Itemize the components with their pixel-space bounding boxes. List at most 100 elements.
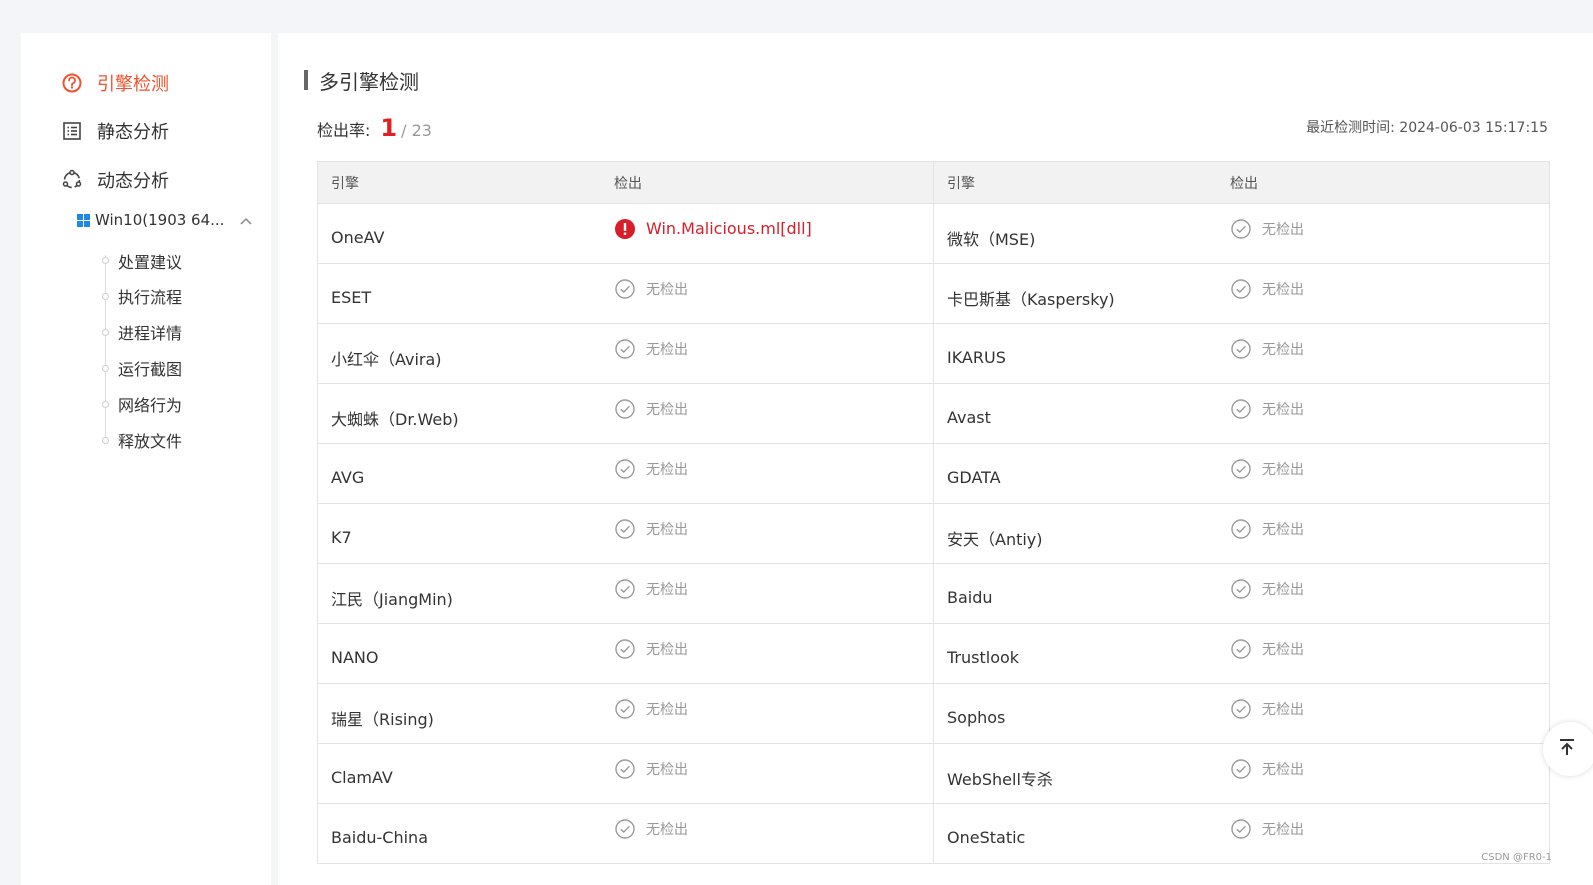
- table-row: ClamAV 无检出 WebShell专杀 无检出: [318, 744, 1549, 804]
- result-text: Win.Malicious.ml[dll]: [646, 219, 812, 238]
- engine-name: 江民（JiangMin): [331, 589, 453, 609]
- header-engine: 引擎: [331, 175, 359, 192]
- table-row: AVG 无检出 GDATA 无检出: [318, 444, 1549, 504]
- engine-name: 安天（Antiy): [947, 529, 1043, 549]
- result-cell: 无检出: [1216, 324, 1549, 383]
- back-to-top-button[interactable]: [1543, 722, 1593, 776]
- clean-result: 无检出: [614, 758, 688, 780]
- sub-item-network[interactable]: 网络行为: [118, 392, 182, 416]
- result-text: 无检出: [1262, 641, 1304, 658]
- sub-item-execution-flow[interactable]: 执行流程: [118, 284, 182, 308]
- engine-name: 微软（MSE): [947, 229, 1036, 249]
- clean-result: 无检出: [1230, 338, 1304, 360]
- engine-cell: 安天（Antiy): [934, 504, 1216, 563]
- table-row: K7 无检出 安天（Antiy) 无检出: [318, 504, 1549, 564]
- clean-result: 无检出: [1230, 398, 1304, 420]
- engine-name: 卡巴斯基（Kaspersky): [947, 289, 1115, 309]
- engine-name: K7: [331, 528, 352, 547]
- result-cell: 无检出: [1216, 684, 1549, 743]
- sub-item-released-files[interactable]: 释放文件: [118, 428, 182, 452]
- result-text: 无检出: [1262, 761, 1304, 778]
- engine-cell: GDATA: [934, 444, 1216, 503]
- clean-result: 无检出: [614, 458, 688, 480]
- chevron-up-icon: [240, 211, 252, 229]
- nav-label: 动态分析: [97, 171, 169, 192]
- check-circle-icon: [614, 278, 636, 300]
- list-icon: [61, 120, 83, 142]
- clean-result: 无检出: [614, 278, 688, 300]
- clean-result: 无检出: [614, 638, 688, 660]
- check-circle-icon: [614, 338, 636, 360]
- result-text: 无检出: [646, 521, 688, 538]
- result-text: 无检出: [646, 821, 688, 838]
- check-circle-icon: [1230, 518, 1252, 540]
- engine-cell: 卡巴斯基（Kaspersky): [934, 264, 1216, 323]
- os-label: Win10(1903 64...: [95, 211, 225, 229]
- engine-cell: AVG: [318, 444, 600, 503]
- table-row: Baidu-China 无检出 OneStatic 无检出: [318, 804, 1549, 864]
- nav-engine-detection[interactable]: 引擎检测: [61, 68, 169, 98]
- check-circle-icon: [1230, 818, 1252, 840]
- clean-result: 无检出: [614, 818, 688, 840]
- result-cell: 无检出: [600, 444, 934, 503]
- alert-icon: [614, 218, 636, 240]
- clean-result: 无检出: [1230, 818, 1304, 840]
- engine-name: AVG: [331, 468, 365, 487]
- check-circle-icon: [614, 758, 636, 780]
- result-cell: 无检出: [600, 384, 934, 443]
- clean-result: 无检出: [1230, 458, 1304, 480]
- windows-icon: [77, 213, 90, 227]
- table-row: 大蜘蛛（Dr.Web) 无检出 Avast 无检出: [318, 384, 1549, 444]
- check-circle-icon: [1230, 698, 1252, 720]
- nav-static-analysis[interactable]: 静态分析: [61, 116, 169, 146]
- result-text: 无检出: [1262, 281, 1304, 298]
- check-circle-icon: [614, 518, 636, 540]
- engine-name: IKARUS: [947, 348, 1006, 367]
- result-cell: 无检出: [1216, 744, 1549, 803]
- result-cell: 无检出: [1216, 564, 1549, 623]
- table-header: 引擎 检出 引擎 检出: [318, 162, 1549, 204]
- engine-cell: Sophos: [934, 684, 1216, 743]
- sub-item-screenshots[interactable]: 运行截图: [118, 356, 182, 380]
- last-detect-value: 2024-06-03 15:17:15: [1399, 120, 1548, 136]
- engine-cell: Trustlook: [934, 624, 1216, 683]
- dynamic-icon: [61, 169, 83, 191]
- table-body: OneAV Win.Malicious.ml[dll] 微软（MSE) 无检出 ESET…: [318, 204, 1549, 864]
- result-cell: 无检出: [1216, 624, 1549, 683]
- result-text: 无检出: [646, 701, 688, 718]
- os-environment-toggle[interactable]: Win10(1903 64...: [77, 208, 252, 232]
- last-detect-time: 最近检测时间: 2024-06-03 15:17:15: [1306, 117, 1548, 137]
- result-cell: 无检出: [1216, 204, 1549, 263]
- engine-name: GDATA: [947, 468, 1001, 487]
- table-row: ESET 无检出 卡巴斯基（Kaspersky) 无检出: [318, 264, 1549, 324]
- tree-dot: [102, 401, 109, 408]
- sub-item-disposal[interactable]: 处置建议: [118, 249, 182, 273]
- sub-item-process-details[interactable]: 进程详情: [118, 320, 182, 344]
- check-circle-icon: [1230, 758, 1252, 780]
- malicious-result[interactable]: Win.Malicious.ml[dll]: [614, 218, 812, 240]
- clean-result: 无检出: [1230, 218, 1304, 240]
- engine-name: Baidu: [947, 588, 993, 607]
- result-cell: 无检出: [1216, 264, 1549, 323]
- sidebar: 引擎检测 静态分析 动态分析 Win10(1903 64... 处置建议 执行流…: [21, 33, 271, 885]
- nav-dynamic-analysis[interactable]: 动态分析: [61, 165, 169, 195]
- nav-label: 引擎检测: [97, 74, 169, 95]
- engine-cell: 大蜘蛛（Dr.Web): [318, 384, 600, 443]
- table-row: 小红伞（Avira) 无检出 IKARUS 无检出: [318, 324, 1549, 384]
- tree-dot: [102, 329, 109, 336]
- section-title: 多引擎检测: [304, 66, 419, 94]
- result-cell: 无检出: [600, 804, 934, 863]
- engine-name: ESET: [331, 288, 372, 307]
- clean-result: 无检出: [1230, 698, 1304, 720]
- clean-result: 无检出: [1230, 518, 1304, 540]
- last-detect-label: 最近检测时间:: [1306, 120, 1395, 136]
- check-circle-icon: [1230, 218, 1252, 240]
- engine-cell: Avast: [934, 384, 1216, 443]
- clean-result: 无检出: [614, 338, 688, 360]
- engine-name: ClamAV: [331, 768, 393, 787]
- engine-icon: [61, 72, 83, 94]
- title-bar: [304, 70, 308, 90]
- engine-cell: NANO: [318, 624, 600, 683]
- result-cell: 无检出: [1216, 504, 1549, 563]
- engine-name: Avast: [947, 408, 991, 427]
